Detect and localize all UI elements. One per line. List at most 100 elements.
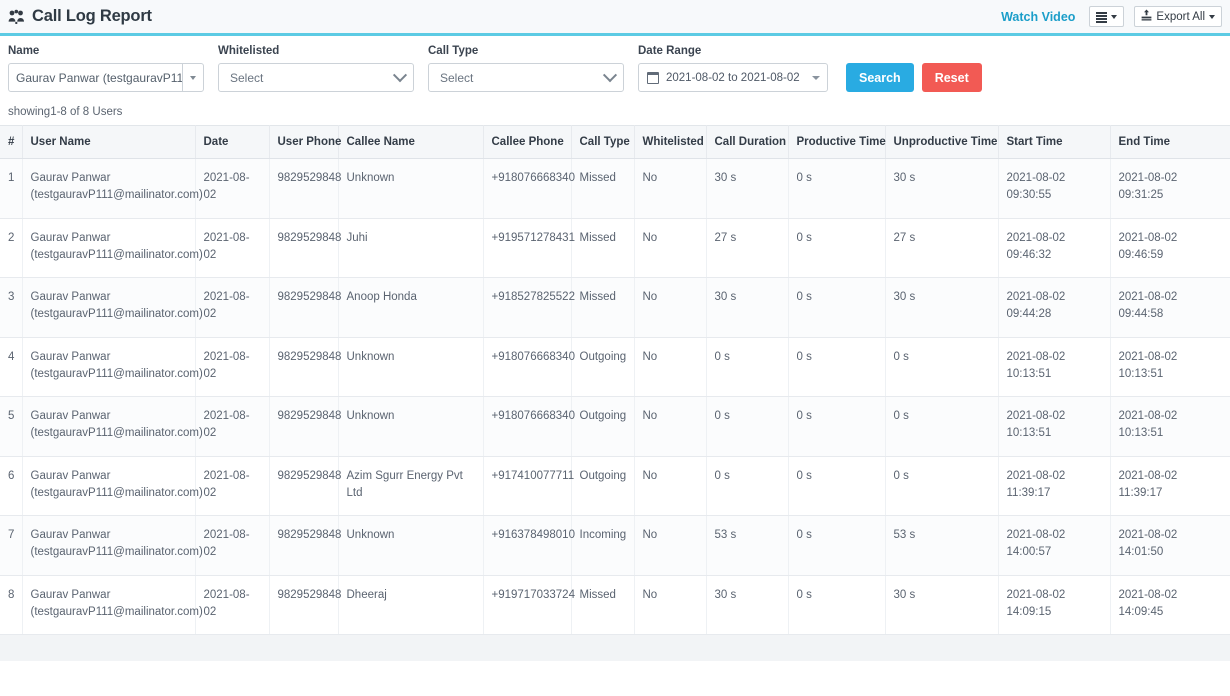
cell-call-type: Outgoing: [571, 397, 634, 457]
cell-productive-time: 0 s: [788, 516, 885, 576]
app-header: Call Log Report Watch Video Export All: [0, 0, 1230, 33]
cell-callee-name: Unknown: [338, 159, 483, 219]
cell-end-time: 2021-08-02 09:46:59: [1110, 218, 1230, 278]
call-type-select[interactable]: Select: [428, 63, 624, 92]
cell-start-time: 2021-08-02 09:46:32: [998, 218, 1110, 278]
cell-end-time: 2021-08-02 09:44:58: [1110, 278, 1230, 338]
cell-whitelisted: No: [634, 516, 706, 576]
cell-whitelisted: No: [634, 278, 706, 338]
cell-user-name: Gaurav Panwar(testgauravP111@mailinator.…: [22, 456, 195, 516]
column-header-call-type[interactable]: Call Type: [571, 126, 634, 159]
table-row[interactable]: 7 Gaurav Panwar (testgauravP111@mailinator…: [0, 516, 1230, 576]
cell-callee-phone: +918527825522: [483, 278, 571, 338]
cell-index: 6: [0, 456, 22, 516]
user-email-text: (testgauravP111@mailinator.com): [31, 544, 187, 561]
user-email-text: (testgauravP111@mailinator.com): [31, 187, 187, 204]
whitelisted-select[interactable]: Select: [218, 63, 414, 92]
cell-index: 7: [0, 516, 22, 576]
cell-index: 3: [0, 278, 22, 338]
header-right-group: Watch Video Export All: [1001, 6, 1222, 27]
cell-start-time: 2021-08-02 10:13:51: [998, 397, 1110, 457]
column-header-callee-name[interactable]: Callee Name: [338, 126, 483, 159]
cell-whitelisted: No: [634, 456, 706, 516]
table-row[interactable]: 2Gaurav Panwar(testgauravP111@mailinator…: [0, 218, 1230, 278]
cell-end-time: 2021-08-02 10:13:51: [1110, 397, 1230, 457]
calendar-icon: [647, 72, 659, 84]
cell-start-time: 2021-08-02 10:13:51: [998, 337, 1110, 397]
cell-call-type: Incoming: [571, 516, 634, 576]
user-email-text: (testgauravP111@mailinator.com): [31, 485, 187, 502]
cell-user-phone: 9829529848: [269, 397, 338, 457]
cell-date: 2021-08-02: [195, 278, 269, 338]
search-button[interactable]: Search: [846, 63, 914, 92]
cell-callee-phone: +919571278431: [483, 218, 571, 278]
cell-start-time: 2021-08-02 14:09:15: [998, 575, 1110, 635]
table-row[interactable]: 4Gaurav Panwar(testgauravP111@mailinator…: [0, 337, 1230, 397]
cell-whitelisted: No: [634, 218, 706, 278]
cell-unproductive-time: 0 s: [885, 397, 998, 457]
call-log-table-wrapper: # User Name Date User Phone Callee Name …: [0, 125, 1230, 696]
column-header-end-time[interactable]: End Time: [1110, 126, 1230, 159]
column-header-unproductive-time[interactable]: Unproductive Time: [885, 126, 998, 159]
user-name-text: Gaurav Panwar: [31, 291, 111, 303]
column-header-user-name[interactable]: User Name: [22, 126, 195, 159]
cell-unproductive-time: 27 s: [885, 218, 998, 278]
cell-user-phone: 9829529848: [269, 218, 338, 278]
table-row[interactable]: 8Gaurav Panwar(testgauravP111@mailinator…: [0, 575, 1230, 635]
name-dropdown-toggle[interactable]: [182, 64, 203, 91]
cell-productive-time: 0 s: [788, 278, 885, 338]
cell-call-duration: 0 s: [706, 456, 788, 516]
table-row[interactable]: 5Gaurav Panwar(testgauravP111@mailinator…: [0, 397, 1230, 457]
cell-index: 2: [0, 218, 22, 278]
column-header-call-duration[interactable]: Call Duration: [706, 126, 788, 159]
table-row[interactable]: 6Gaurav Panwar(testgauravP111@mailinator…: [0, 456, 1230, 516]
cell-callee-phone: +918076668340: [483, 337, 571, 397]
cell-user-phone: 9829529848: [269, 575, 338, 635]
name-filter-label: Name: [8, 45, 204, 57]
cell-user-phone: 9829529848: [269, 456, 338, 516]
watch-video-link[interactable]: Watch Video: [1001, 10, 1079, 24]
table-row[interactable]: 1Gaurav Panwar(testgauravP111@mailinator…: [0, 159, 1230, 219]
user-name-text: Gaurav Panwar: [31, 529, 111, 541]
cell-call-type: Missed: [571, 218, 634, 278]
column-header-date[interactable]: Date: [195, 126, 269, 159]
cell-end-time: 2021-08-02 09:31:25: [1110, 159, 1230, 219]
date-range-input[interactable]: 2021-08-02 to 2021-08-02: [638, 63, 828, 92]
cell-unproductive-time: 53 s: [885, 516, 998, 576]
page-title: Call Log Report: [32, 7, 152, 26]
column-header-productive-time[interactable]: Productive Time: [788, 126, 885, 159]
cell-call-duration: 0 s: [706, 397, 788, 457]
export-upload-icon: [1141, 9, 1152, 24]
cell-callee-phone: +918076668340: [483, 397, 571, 457]
cell-call-type: Missed: [571, 278, 634, 338]
user-name-text: Gaurav Panwar: [31, 351, 111, 363]
table-row[interactable]: 3Gaurav Panwar(testgauravP111@mailinator…: [0, 278, 1230, 338]
reset-button[interactable]: Reset: [922, 63, 982, 92]
whitelisted-filter: Whitelisted Select: [218, 45, 414, 92]
cell-unproductive-time: 0 s: [885, 337, 998, 397]
cell-index: 5: [0, 397, 22, 457]
cell-callee-name: Juhi: [338, 218, 483, 278]
user-name-text: Gaurav Panwar: [31, 232, 111, 244]
call-type-filter: Call Type Select: [428, 45, 624, 92]
cell-callee-phone: +917410077711: [483, 456, 571, 516]
cell-unproductive-time: 30 s: [885, 159, 998, 219]
column-header-user-phone[interactable]: User Phone: [269, 126, 338, 159]
column-header-callee-phone[interactable]: Callee Phone: [483, 126, 571, 159]
cell-callee-phone: +916378498010: [483, 516, 571, 576]
name-select[interactable]: Gaurav Panwar (testgauravP111.. ×: [8, 63, 204, 92]
cell-call-type: Missed: [571, 575, 634, 635]
cell-date: 2021-08-02: [195, 397, 269, 457]
date-range-value: 2021-08-02 to 2021-08-02: [666, 72, 805, 84]
cell-productive-time: 0 s: [788, 159, 885, 219]
cell-callee-name: Unknown: [338, 397, 483, 457]
cell-whitelisted: No: [634, 397, 706, 457]
column-header-index[interactable]: #: [0, 126, 22, 159]
column-chooser-button[interactable]: [1089, 6, 1124, 27]
column-header-whitelisted[interactable]: Whitelisted: [634, 126, 706, 159]
export-all-button[interactable]: Export All: [1134, 6, 1222, 27]
cell-date: 2021-08-02: [195, 516, 269, 576]
column-header-start-time[interactable]: Start Time: [998, 126, 1110, 159]
export-all-label: Export All: [1156, 11, 1205, 23]
cell-index: 4: [0, 337, 22, 397]
